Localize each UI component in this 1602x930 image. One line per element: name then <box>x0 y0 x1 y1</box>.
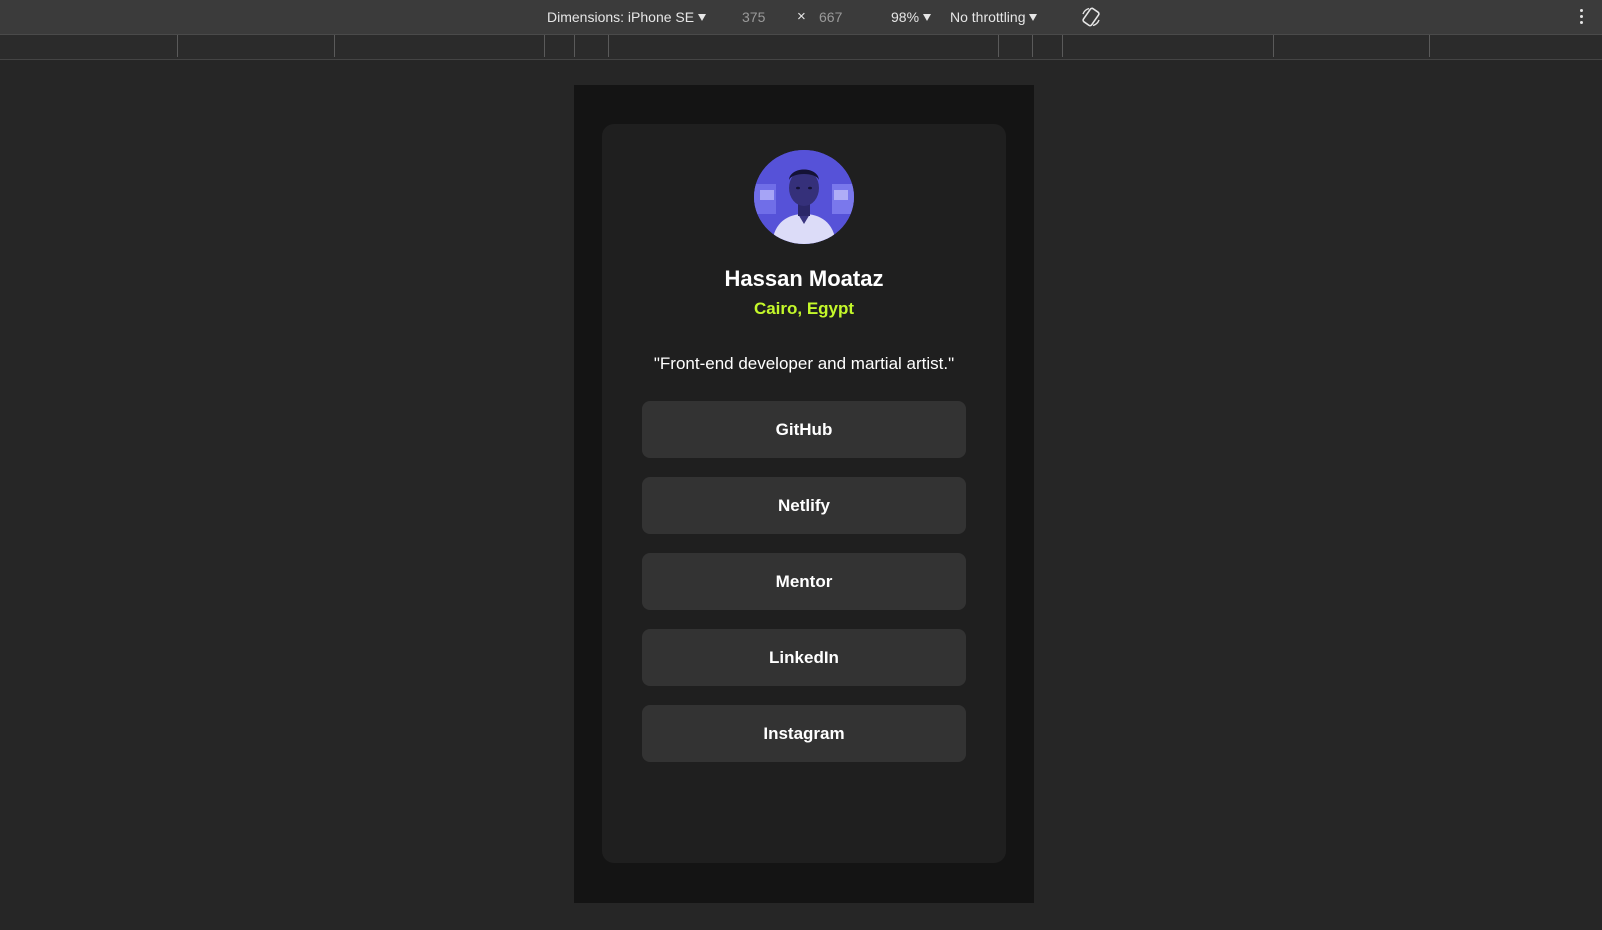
github-link-button[interactable]: GitHub <box>642 401 966 458</box>
netlify-link-button[interactable]: Netlify <box>642 477 966 534</box>
ruler-tick <box>1429 35 1430 57</box>
ruler-tick <box>1032 35 1033 57</box>
ruler-tick <box>177 35 178 57</box>
chevron-down-icon <box>1029 14 1038 21</box>
width-input[interactable]: 375 <box>742 0 765 34</box>
zoom-dropdown[interactable]: 98% <box>891 0 932 34</box>
avatar <box>754 150 854 244</box>
throttling-dropdown[interactable]: No throttling <box>950 0 1038 34</box>
throttling-label: No throttling <box>950 9 1026 25</box>
more-vert-icon[interactable] <box>1578 9 1584 25</box>
profile-location: Cairo, Egypt <box>753 299 855 318</box>
media-query-ruler <box>0 35 1602 60</box>
rotate-icon[interactable] <box>1080 6 1102 28</box>
linkedin-link-button[interactable]: LinkedIn <box>642 629 966 686</box>
chevron-down-icon <box>698 14 707 21</box>
dimension-separator: × <box>797 8 806 25</box>
ruler-tick <box>1273 35 1274 57</box>
device-dimensions-label: Dimensions: iPhone SE <box>547 9 695 25</box>
mentor-link-button[interactable]: Mentor <box>642 553 966 610</box>
height-input[interactable]: 667 <box>819 0 842 34</box>
ruler-tick <box>998 35 999 57</box>
devtools-device-toolbar: Dimensions: iPhone SE 375 × 667 98% No t… <box>0 0 1602 35</box>
ruler-tick <box>608 35 609 57</box>
instagram-link-button[interactable]: Instagram <box>642 705 966 762</box>
social-links-list: GitHub Netlify Mentor LinkedIn Instagram <box>642 401 966 781</box>
device-dimensions-dropdown[interactable]: Dimensions: iPhone SE <box>547 0 707 34</box>
avatar-photo <box>754 150 854 244</box>
ruler-tick <box>574 35 575 57</box>
device-viewport: Hassan Moataz Cairo, Egypt "Front-end de… <box>574 85 1034 903</box>
chevron-down-icon <box>923 14 932 21</box>
ruler-tick <box>334 35 335 57</box>
profile-bio: "Front-end developer and martial artist.… <box>653 354 955 373</box>
profile-name: Hassan Moataz <box>724 266 884 291</box>
ruler-tick <box>1062 35 1063 57</box>
ruler-tick <box>544 35 545 57</box>
zoom-label: 98% <box>891 9 920 25</box>
profile-card: Hassan Moataz Cairo, Egypt "Front-end de… <box>602 124 1006 863</box>
